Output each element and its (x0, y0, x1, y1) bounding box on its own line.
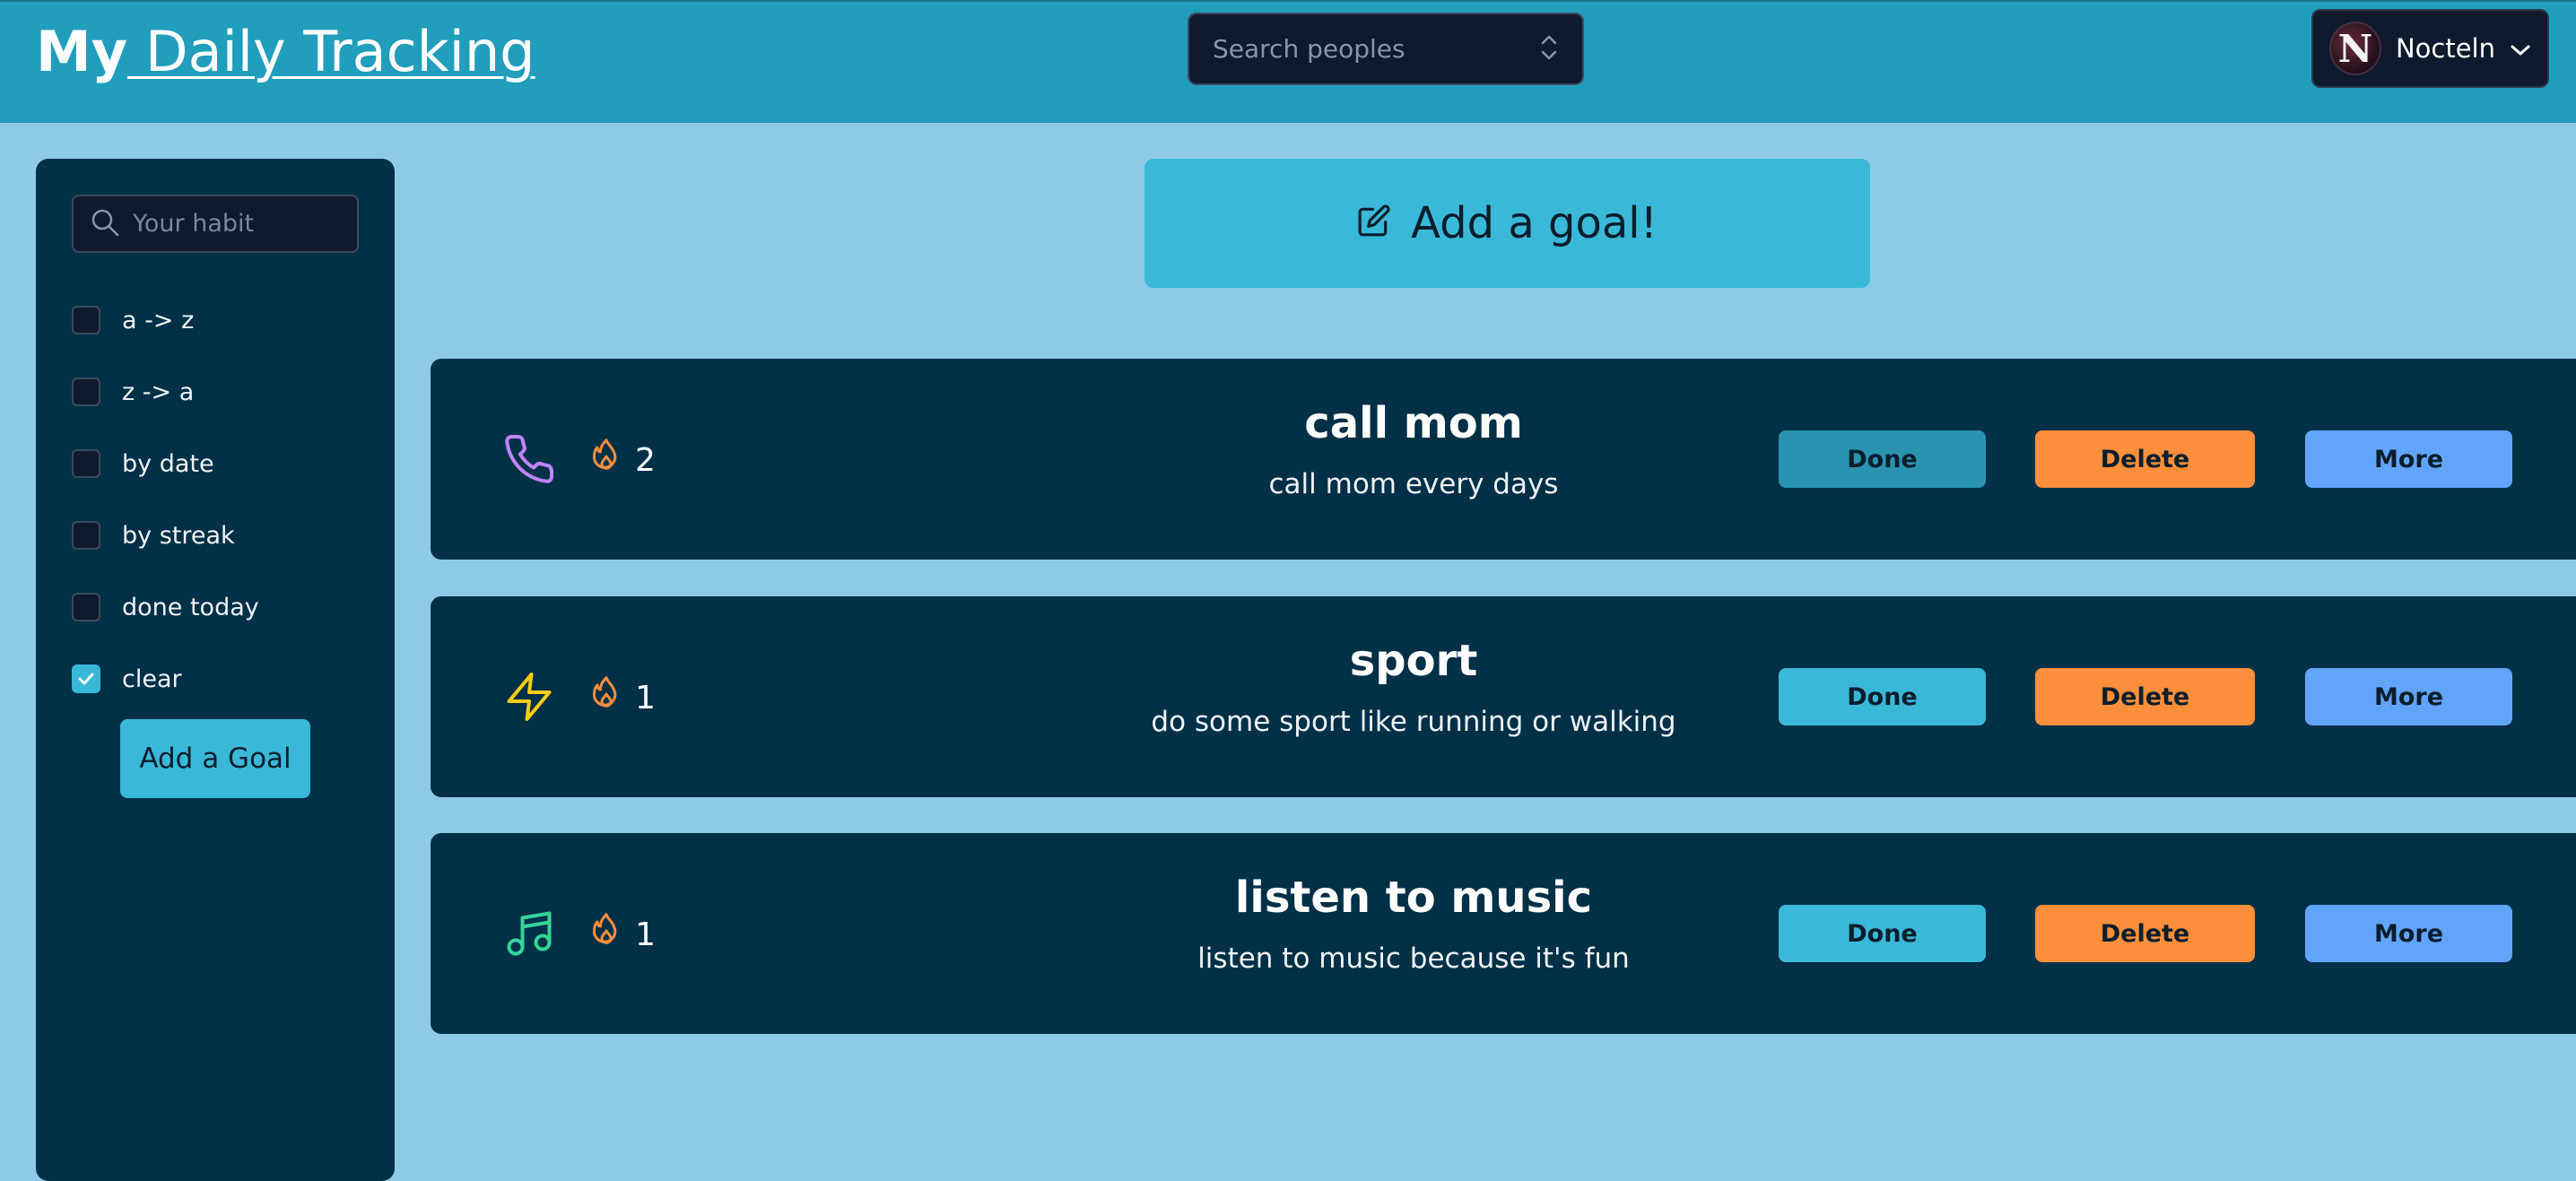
avatar: N (2329, 22, 2381, 75)
flame-icon (588, 911, 624, 959)
filter-label: a -> z (122, 306, 195, 334)
done-button[interactable]: Done (1779, 905, 1986, 962)
goal-description: listen to music because it's fun (1197, 942, 1630, 975)
filter-clear[interactable]: clear (72, 643, 259, 715)
habit-search-box[interactable] (72, 195, 359, 253)
filter-list: a -> z z -> a by date by streak done tod… (72, 284, 259, 715)
filter-checkbox[interactable] (72, 521, 100, 550)
user-menu-button[interactable]: N Nocteln (2311, 9, 2549, 88)
delete-button[interactable]: Delete (2035, 905, 2255, 962)
filter-z-to-a[interactable]: z -> a (72, 356, 259, 428)
delete-button[interactable]: Delete (2035, 430, 2255, 488)
filter-label: clear (122, 664, 182, 693)
chevron-up-down-icon (1539, 32, 1559, 66)
add-goal-label: Add a goal! (1411, 198, 1658, 248)
more-button[interactable]: More (2305, 668, 2512, 725)
filter-sidebar: a -> z z -> a by date by streak done tod… (36, 159, 395, 1181)
more-button[interactable]: More (2305, 905, 2512, 962)
done-button[interactable]: Done (1779, 430, 1986, 488)
app-title[interactable]: My Daily Tracking (36, 18, 535, 86)
streak-count: 1 (635, 679, 656, 716)
add-goal-button[interactable]: Add a goal! (1144, 159, 1870, 288)
filter-label: done today (122, 593, 259, 621)
app-header: My Daily Tracking N Nocteln (0, 0, 2576, 123)
filter-checkbox[interactable] (72, 378, 100, 406)
done-button[interactable]: Done (1779, 668, 1986, 725)
sidebar-add-goal-button[interactable]: Add a Goal (120, 719, 310, 798)
streak-counter: 2 (588, 438, 656, 482)
goal-text: listen to music listen to music because … (965, 869, 1862, 982)
goal-card: 2 call mom call mom every days Done Dele… (431, 359, 2576, 560)
app-title-link[interactable]: Daily Tracking (127, 19, 535, 84)
filter-checkbox[interactable] (72, 306, 100, 334)
streak-count: 1 (635, 916, 656, 953)
goal-title: sport (1349, 636, 1478, 686)
people-search-input[interactable] (1213, 34, 1539, 64)
avatar-letter: N (2337, 26, 2373, 71)
filter-checkbox[interactable] (72, 449, 100, 478)
goal-description: call mom every days (1268, 468, 1559, 500)
lightning-icon (502, 670, 556, 724)
music-note-icon (502, 907, 556, 960)
goal-title: listen to music (1234, 873, 1593, 923)
edit-icon (1357, 198, 1391, 248)
user-name: Nocteln (2395, 33, 2495, 64)
delete-button[interactable]: Delete (2035, 668, 2255, 725)
flame-icon (588, 437, 624, 484)
filter-by-date[interactable]: by date (72, 428, 259, 499)
streak-counter: 1 (588, 675, 656, 720)
filter-label: by streak (122, 521, 235, 550)
checkmark-icon (78, 673, 94, 685)
flame-icon (588, 674, 624, 722)
filter-checkbox[interactable] (72, 593, 100, 621)
filter-checkbox-checked[interactable] (72, 664, 100, 693)
filter-label: by date (122, 449, 214, 478)
filter-label: z -> a (122, 378, 195, 406)
habit-search-input[interactable] (133, 210, 341, 238)
phone-icon (502, 432, 556, 486)
goal-text: call mom call mom every days (965, 395, 1862, 508)
more-button[interactable]: More (2305, 430, 2512, 488)
goal-card: 1 sport do some sport like running or wa… (431, 596, 2576, 797)
streak-count: 2 (635, 441, 656, 479)
goal-card: 1 listen to music listen to music becaus… (431, 833, 2576, 1034)
goal-text: sport do some sport like running or walk… (965, 632, 1862, 745)
filter-a-to-z[interactable]: a -> z (72, 284, 259, 356)
goal-description: do some sport like running or walking (1151, 706, 1676, 738)
streak-counter: 1 (588, 912, 656, 957)
filter-by-streak[interactable]: by streak (72, 499, 259, 571)
search-icon (90, 207, 120, 241)
filter-done-today[interactable]: done today (72, 571, 259, 643)
chevron-down-icon (2510, 33, 2531, 64)
people-search-select[interactable] (1188, 13, 1584, 85)
app-title-bold: My (36, 19, 128, 84)
goal-title: call mom (1304, 398, 1523, 448)
